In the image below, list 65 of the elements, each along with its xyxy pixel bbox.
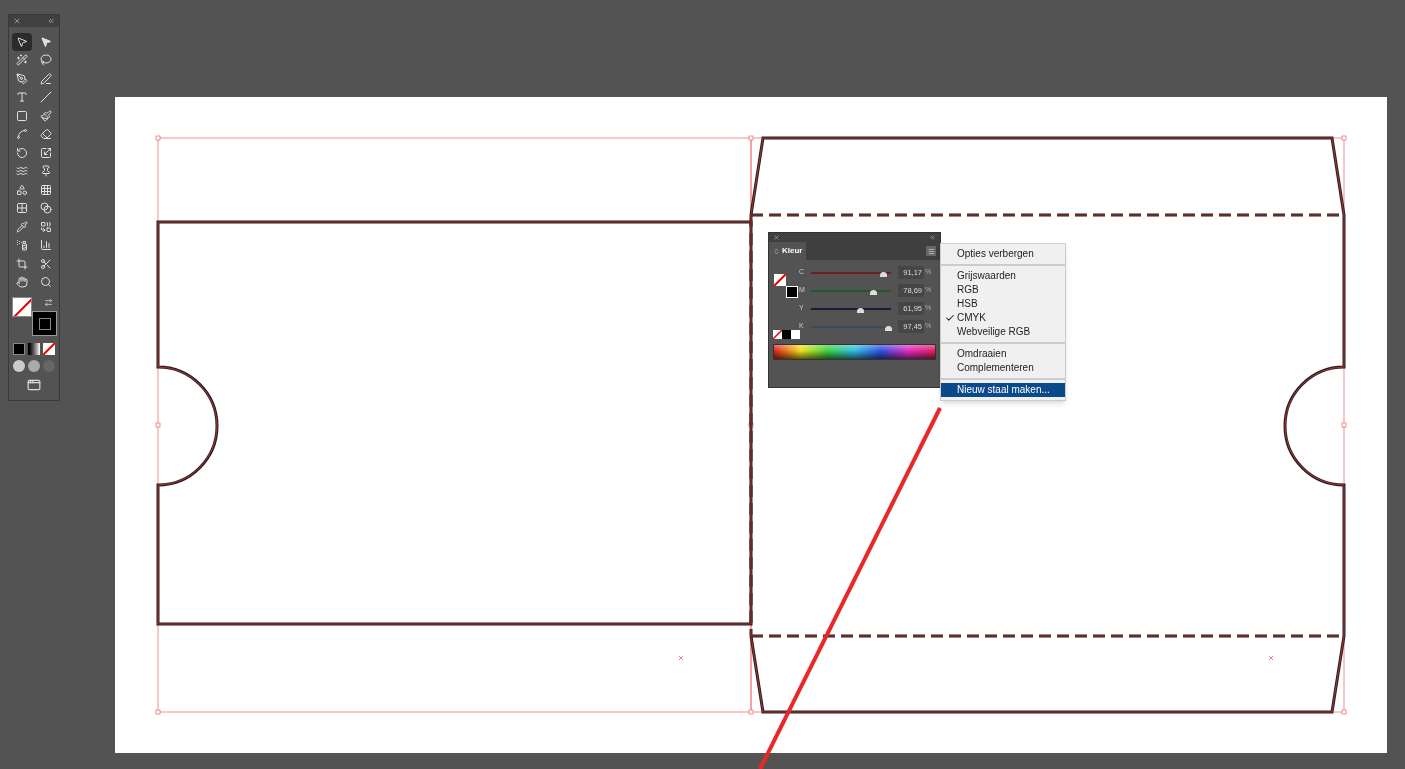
lasso-icon xyxy=(40,54,52,67)
close-icon[interactable] xyxy=(13,17,21,25)
crop-icon xyxy=(16,257,28,270)
none-mode-button[interactable] xyxy=(43,343,55,355)
stroke-swatch[interactable] xyxy=(32,311,57,336)
color-mode-button[interactable] xyxy=(13,343,25,355)
draw-behind-button[interactable] xyxy=(28,360,40,372)
center-mark-icon xyxy=(1268,655,1274,661)
eyedropper-icon xyxy=(16,220,28,233)
paintbrush-icon xyxy=(40,109,52,122)
check-icon xyxy=(945,313,955,323)
color-swatch[interactable] xyxy=(791,330,800,339)
selection-arrow-tool[interactable] xyxy=(12,33,32,51)
perspective-grid-icon xyxy=(40,183,52,196)
pen-line-icon xyxy=(40,72,52,85)
rotate-icon xyxy=(16,146,28,159)
expand-icon xyxy=(773,247,780,255)
menu-item[interactable]: Webveilige RGB xyxy=(941,325,1065,339)
slider-thumb[interactable] xyxy=(884,325,892,331)
tab-label: Kleur xyxy=(782,245,803,257)
none-swatch[interactable] xyxy=(773,330,782,339)
mini-fill-swatch[interactable] xyxy=(774,274,786,286)
slider-thumb[interactable] xyxy=(856,307,864,313)
menu-item[interactable]: CMYK xyxy=(941,311,1065,325)
hand-icon xyxy=(16,276,28,289)
fill-swatch[interactable] xyxy=(12,297,32,317)
mesh-grid-icon xyxy=(16,202,28,215)
menu-item[interactable]: HSB xyxy=(941,297,1065,311)
direct-selection-arrow-icon xyxy=(40,35,52,48)
menu-item[interactable]: Opties verbergen xyxy=(941,247,1065,261)
menu-item[interactable]: RGB xyxy=(941,283,1065,297)
gradient-mode-button[interactable] xyxy=(28,343,40,355)
collapse-icon[interactable] xyxy=(47,17,55,25)
scale-icon xyxy=(40,146,52,159)
menu-item[interactable]: Nieuw staal maken... xyxy=(941,383,1065,397)
rectangle-icon xyxy=(16,109,28,122)
menu-item[interactable]: Omdraaien xyxy=(941,347,1065,361)
spray-can-icon xyxy=(16,239,28,252)
color-spectrum[interactable] xyxy=(773,344,936,360)
color-swatch[interactable] xyxy=(782,330,791,339)
line-segment-icon xyxy=(40,91,52,104)
selection-arrow-icon xyxy=(16,35,28,48)
swap-icon[interactable] xyxy=(44,298,53,307)
menu-item[interactable]: Grijswaarden xyxy=(941,269,1065,283)
center-mark-icon xyxy=(678,655,684,661)
magic-wand-icon xyxy=(16,54,28,67)
type-icon xyxy=(16,91,28,104)
panel-tab[interactable]: Kleur xyxy=(769,242,807,260)
search-icon xyxy=(40,276,52,289)
slider-thumb[interactable] xyxy=(870,289,878,295)
slider-thumb[interactable] xyxy=(879,271,887,277)
shapes-icon xyxy=(16,183,28,196)
spline-icon xyxy=(16,128,28,141)
scissors-icon xyxy=(40,257,52,270)
close-icon[interactable] xyxy=(773,234,780,241)
screen-mode-icon[interactable] xyxy=(27,378,41,392)
eraser-icon xyxy=(40,128,52,141)
panel-menu-button[interactable] xyxy=(926,246,936,256)
bar-chart-icon xyxy=(40,239,52,252)
menu-item[interactable]: Complementeren xyxy=(941,361,1065,375)
draw-normal-button[interactable] xyxy=(13,360,25,372)
mini-stroke-swatch[interactable] xyxy=(786,286,798,298)
wave-icon xyxy=(16,165,28,178)
pen-icon xyxy=(16,72,28,85)
pin-icon xyxy=(40,165,52,178)
